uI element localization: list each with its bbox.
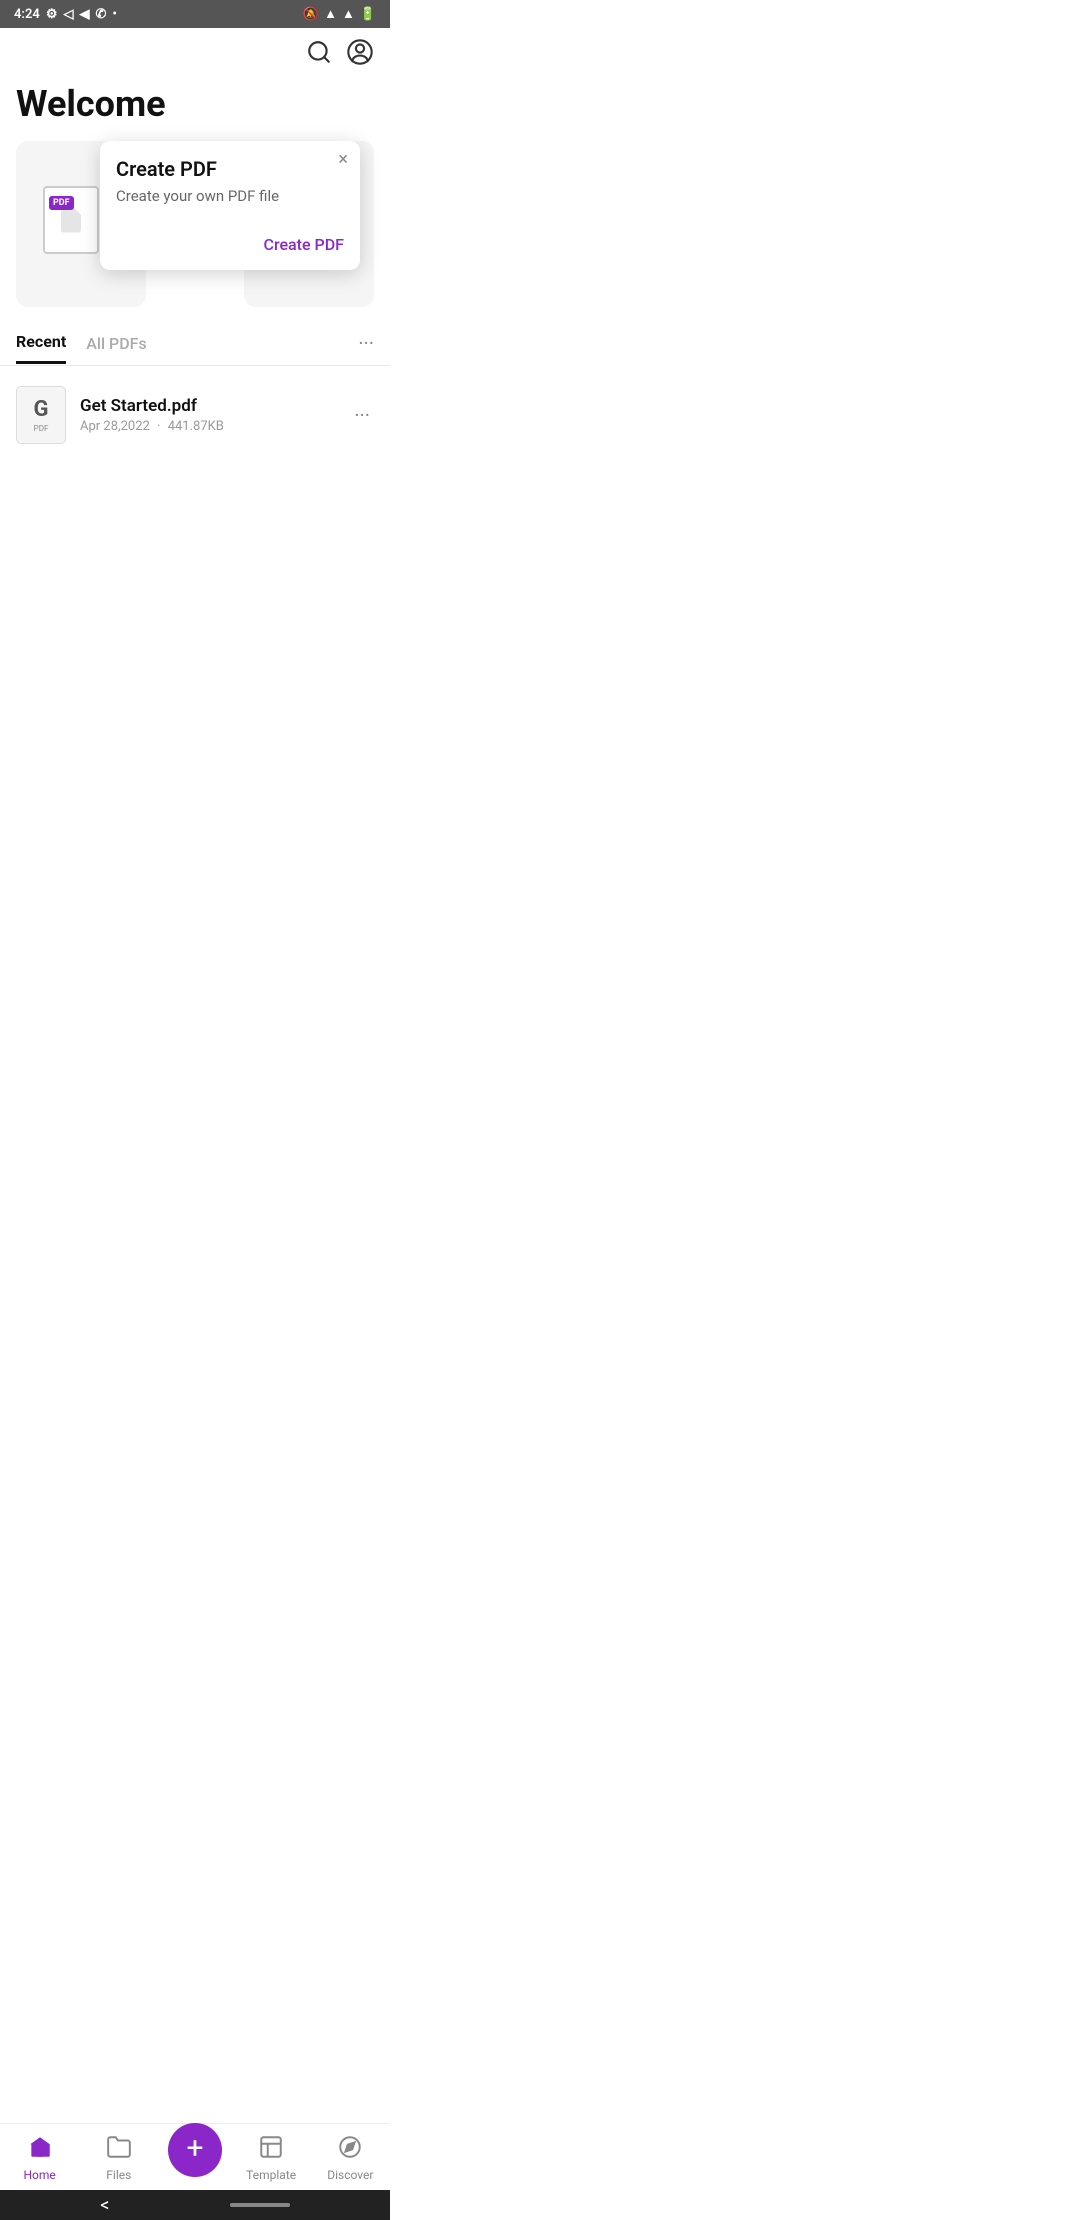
discover-icon [337, 2134, 363, 2164]
status-bar: 4:24 ⚙ ◁ ◀ ✆ • 🔕 ▲ ▲ 🔋 [0, 0, 390, 28]
nav-files[interactable]: Files [89, 2134, 149, 2182]
status-right: 🔕 ▲ ▲ 🔋 [303, 6, 376, 22]
whatsapp-icon: ✆ [95, 7, 106, 22]
settings-icon: ⚙ [46, 7, 58, 22]
profile-button[interactable] [346, 38, 374, 73]
tab-recent[interactable]: Recent [16, 332, 66, 364]
mute-icon: 🔕 [303, 7, 319, 22]
nav-add-button[interactable]: + [168, 2123, 222, 2177]
file-list: G PDF Get Started.pdf Apr 28,2022 · 441.… [0, 366, 390, 464]
nav-template[interactable]: Template [241, 2134, 301, 2182]
tooltip-create-pdf-button[interactable]: Create PDF [116, 235, 344, 254]
status-left: 4:24 ⚙ ◁ ◀ ✆ • [14, 7, 117, 22]
plus-icon: + [186, 2134, 203, 2164]
file-icon-pdf-label: PDF [34, 424, 49, 433]
top-header [0, 28, 390, 83]
search-button[interactable] [306, 39, 332, 72]
welcome-title: Welcome [0, 83, 390, 141]
tooltip-title: Create PDF [116, 157, 324, 181]
nav-home[interactable]: Home [10, 2134, 70, 2182]
nav-home-label: Home [23, 2168, 55, 2182]
cards-row: PDF + × Create PDF Create your own PDF f… [0, 141, 390, 311]
nav-discover[interactable]: Discover [320, 2134, 380, 2182]
pdf-doc: PDF [43, 186, 99, 254]
nav-discover-label: Discover [327, 2168, 373, 2182]
signal-icon: ▲ [342, 6, 355, 22]
tooltip-description: Create your own PDF file [116, 187, 344, 205]
file-info: Get Started.pdf Apr 28,2022 · 441.87KB [80, 396, 336, 434]
wifi-icon: ▲ [324, 6, 337, 22]
file-icon: G PDF [16, 386, 66, 444]
send-icon: ◁ [63, 7, 73, 22]
file-meta-separator: · [157, 419, 160, 434]
dot-icon: • [112, 7, 117, 22]
send-fill-icon: ◀ [79, 7, 89, 22]
table-row[interactable]: G PDF Get Started.pdf Apr 28,2022 · 441.… [16, 376, 374, 454]
tabs-more-button[interactable]: ··· [358, 331, 374, 365]
home-indicator [230, 2203, 290, 2207]
system-nav: < [0, 2190, 390, 2220]
files-icon [106, 2134, 132, 2164]
tab-all-pdfs[interactable]: All PDFs [86, 334, 146, 363]
tooltip-popup: × Create PDF Create your own PDF file Cr… [100, 141, 360, 270]
status-time: 4:24 [14, 7, 40, 22]
template-icon [258, 2134, 284, 2164]
file-icon-letter: G [34, 397, 49, 422]
file-more-button[interactable]: ··· [350, 399, 374, 431]
battery-icon: 🔋 [360, 7, 376, 22]
nav-template-label: Template [246, 2168, 296, 2182]
file-size: 441.87KB [168, 419, 224, 434]
file-meta: Apr 28,2022 · 441.87KB [80, 419, 336, 434]
nav-files-label: Files [106, 2168, 131, 2182]
tooltip-close-button[interactable]: × [338, 151, 348, 169]
bottom-nav: Home Files + Template Discover [0, 2123, 390, 2190]
home-icon [27, 2134, 53, 2164]
file-name: Get Started.pdf [80, 396, 336, 416]
file-date: Apr 28,2022 [80, 419, 150, 434]
tabs-row: Recent All PDFs ··· [0, 331, 390, 366]
back-button[interactable]: < [100, 2195, 109, 2216]
